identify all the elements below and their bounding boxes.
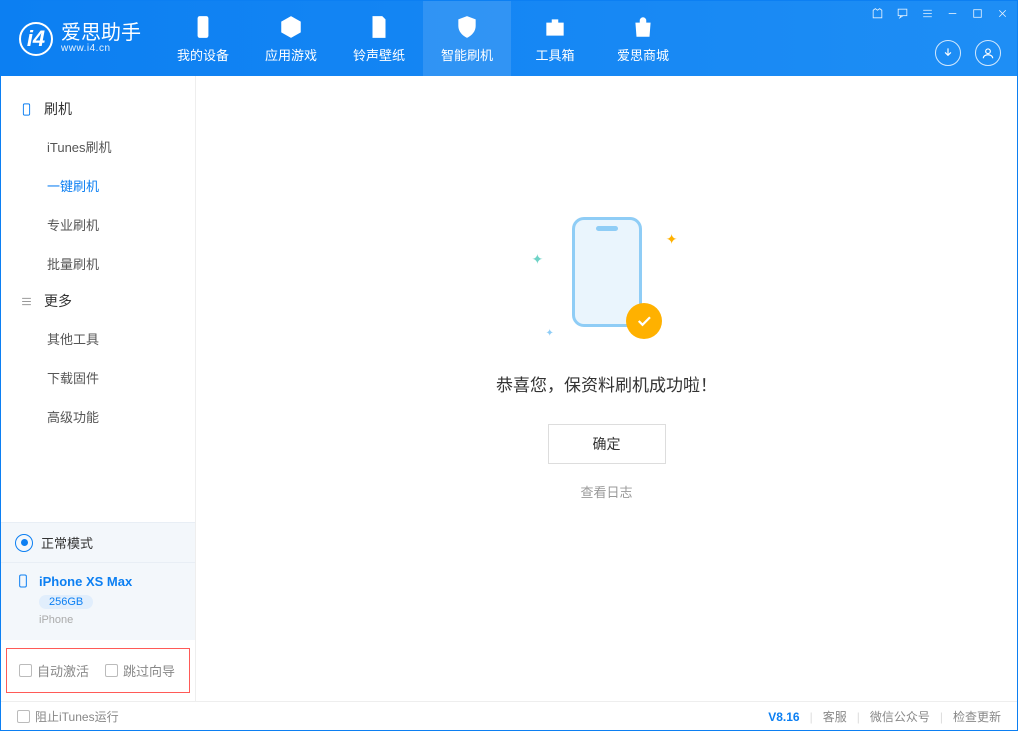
section-title: 刷机 — [44, 99, 72, 119]
phone-outline-icon — [15, 573, 31, 589]
window-controls — [871, 7, 1009, 23]
sidebar-item-pro-flash[interactable]: 专业刷机 — [1, 205, 195, 244]
device-type: iPhone — [39, 614, 181, 626]
checkbox-icon — [105, 664, 118, 677]
sidebar-item-batch-flash[interactable]: 批量刷机 — [1, 244, 195, 283]
download-icon[interactable] — [935, 40, 961, 66]
success-illustration: ✦ ✦ ✦ — [532, 217, 682, 347]
device-name: iPhone XS Max — [39, 574, 132, 589]
device-mode[interactable]: 正常模式 — [1, 522, 195, 562]
minimize-icon[interactable] — [946, 7, 959, 23]
section-title: 更多 — [44, 291, 72, 311]
refresh-shield-icon — [454, 14, 480, 40]
phone-icon — [190, 14, 216, 40]
tab-label: 我的设备 — [177, 45, 229, 64]
success-message: 恭喜您，保资料刷机成功啦！ — [496, 371, 717, 396]
sidebar-section-more: 更多 — [1, 283, 195, 319]
sidebar-item-itunes-flash[interactable]: iTunes刷机 — [1, 127, 195, 166]
maximize-icon[interactable] — [971, 7, 984, 23]
footer-link-wechat[interactable]: 微信公众号 — [870, 708, 930, 725]
separator: | — [940, 710, 943, 724]
logo[interactable]: i4 爱思助手 www.i4.cn — [1, 1, 159, 76]
briefcase-icon — [542, 14, 568, 40]
skin-icon[interactable] — [871, 7, 884, 23]
sidebar: 刷机 iTunes刷机 一键刷机 专业刷机 批量刷机 更多 其他工具 下载固件 … — [1, 76, 196, 701]
checkbox-label: 跳过向导 — [123, 661, 175, 680]
status-dot-icon — [15, 534, 33, 552]
tab-flash[interactable]: 智能刷机 — [423, 1, 511, 76]
flash-options-highlight: 自动激活 跳过向导 — [6, 648, 190, 693]
device-capacity: 256GB — [39, 595, 93, 609]
separator: | — [857, 710, 860, 724]
main-content: ✦ ✦ ✦ 恭喜您，保资料刷机成功啦！ 确定 查看日志 — [196, 76, 1017, 701]
device-card[interactable]: iPhone XS Max 256GB iPhone — [1, 562, 195, 640]
tab-label: 铃声壁纸 — [353, 45, 405, 64]
bag-icon — [630, 14, 656, 40]
sparkle-icon: ✦ — [546, 328, 554, 339]
tab-label: 爱思商城 — [617, 45, 669, 64]
tab-ringtones[interactable]: 铃声壁纸 — [335, 1, 423, 76]
footer-link-update[interactable]: 检查更新 — [953, 708, 1001, 725]
sidebar-item-download-firmware[interactable]: 下载固件 — [1, 358, 195, 397]
tab-apps[interactable]: 应用游戏 — [247, 1, 335, 76]
ok-button[interactable]: 确定 — [548, 424, 666, 464]
sidebar-item-oneclick-flash[interactable]: 一键刷机 — [1, 166, 195, 205]
feedback-icon[interactable] — [896, 7, 909, 23]
device-icon — [19, 102, 34, 117]
tab-toolbox[interactable]: 工具箱 — [511, 1, 599, 76]
tab-store[interactable]: 爱思商城 — [599, 1, 687, 76]
sidebar-section-flash: 刷机 — [1, 91, 195, 127]
tab-label: 工具箱 — [535, 45, 574, 64]
checkbox-label: 阻止iTunes运行 — [35, 708, 119, 725]
sidebar-item-advanced[interactable]: 高级功能 — [1, 397, 195, 436]
checkbox-skip-wizard[interactable]: 跳过向导 — [105, 661, 175, 680]
checkbox-label: 自动激活 — [37, 661, 89, 680]
separator: | — [810, 710, 813, 724]
music-file-icon — [366, 14, 392, 40]
sidebar-item-other-tools[interactable]: 其他工具 — [1, 319, 195, 358]
header-actions — [935, 40, 1001, 66]
checkbox-auto-activate[interactable]: 自动激活 — [19, 661, 89, 680]
version-label: V8.16 — [768, 710, 799, 724]
tab-my-device[interactable]: 我的设备 — [159, 1, 247, 76]
tab-label: 应用游戏 — [265, 45, 317, 64]
tab-label: 智能刷机 — [441, 45, 493, 64]
close-icon[interactable] — [996, 7, 1009, 23]
menu-icon[interactable] — [921, 7, 934, 23]
header: i4 爱思助手 www.i4.cn 我的设备 应用游戏 铃声壁纸 智能刷机 工具… — [1, 1, 1017, 76]
list-icon — [19, 294, 34, 309]
brand-name: 爱思助手 — [61, 23, 141, 43]
sparkle-icon: ✦ — [666, 231, 678, 248]
user-icon[interactable] — [975, 40, 1001, 66]
brand-subtitle: www.i4.cn — [61, 43, 141, 54]
mode-label: 正常模式 — [41, 533, 93, 552]
logo-icon: i4 — [19, 22, 53, 56]
checkbox-icon — [17, 710, 30, 723]
checkbox-block-itunes[interactable]: 阻止iTunes运行 — [17, 708, 119, 725]
footer: 阻止iTunes运行 V8.16 | 客服 | 微信公众号 | 检查更新 — [1, 701, 1017, 731]
cube-icon — [278, 14, 304, 40]
check-badge-icon — [626, 303, 662, 339]
nav-tabs: 我的设备 应用游戏 铃声壁纸 智能刷机 工具箱 爱思商城 — [159, 1, 687, 76]
view-log-link[interactable]: 查看日志 — [580, 482, 632, 501]
footer-link-support[interactable]: 客服 — [823, 708, 847, 725]
checkbox-icon — [19, 664, 32, 677]
sparkle-icon: ✦ — [532, 251, 544, 268]
